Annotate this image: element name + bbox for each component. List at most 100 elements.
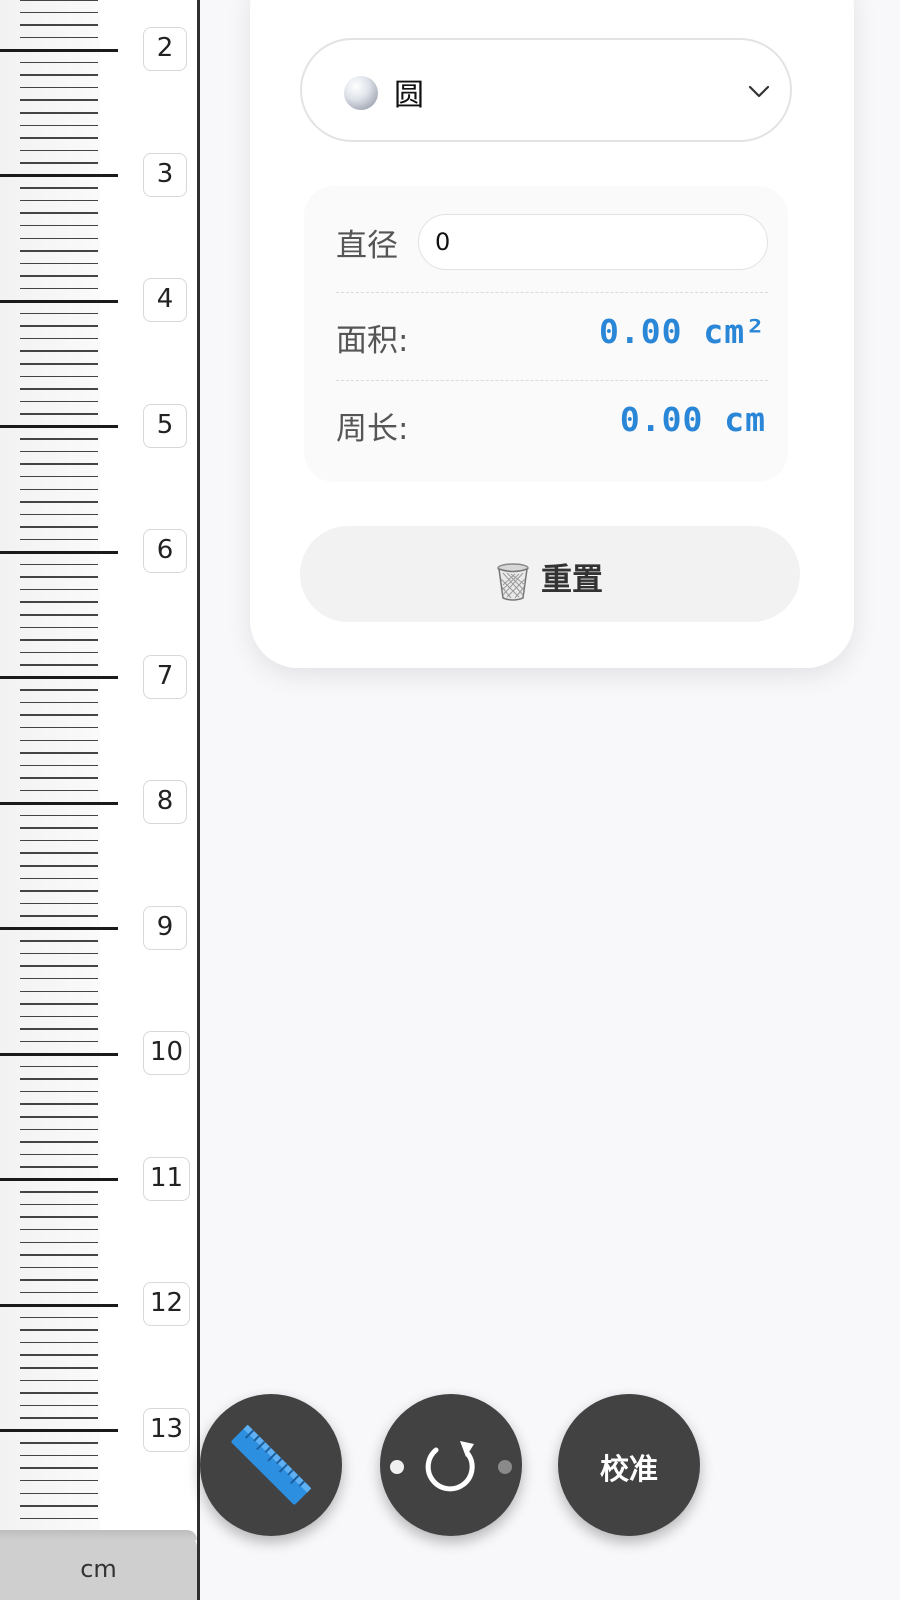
ruler-minor-tick: [20, 614, 98, 616]
ruler-major-tick: [0, 1052, 118, 1056]
ruler-minor-tick: [20, 601, 98, 603]
ruler-major-tick: [0, 1303, 118, 1307]
ruler-minor-tick: [20, 965, 98, 967]
ruler-minor-tick: [20, 701, 98, 704]
ruler-minor-tick: [20, 199, 98, 202]
ruler-minor-tick: [20, 1228, 98, 1231]
ruler-minor-tick: [20, 1316, 98, 1319]
ruler-minor-tick: [20, 74, 98, 76]
measurement-fields: 直径 面积: 0.00 cm² 周长: 0.00 cm: [304, 186, 788, 482]
ruler-minor-tick: [20, 1241, 98, 1243]
ruler-minor-tick: [20, 463, 98, 465]
ruler-minor-tick: [20, 915, 98, 917]
ruler-minor-tick: [20, 1417, 98, 1419]
ruler-major-tick: [0, 1178, 118, 1181]
ruler-label: 4: [143, 278, 187, 322]
ruler-label: 5: [143, 403, 187, 448]
ruler-minor-tick: [20, 1279, 98, 1281]
ruler-label: 10: [143, 1031, 191, 1075]
ruler-unit-label: cm: [0, 1530, 197, 1600]
chevron-down-icon: [748, 85, 770, 98]
ruler-label: 9: [143, 905, 187, 950]
ruler-minor-tick: [20, 1203, 98, 1206]
ruler-minor-tick: [20, 363, 98, 365]
ruler-minor-tick: [20, 1141, 98, 1143]
ruler-minor-tick: [20, 1442, 98, 1444]
ruler-minor-tick: [20, 262, 98, 265]
ruler-minor-tick: [20, 576, 98, 578]
ruler-minor-tick: [20, 789, 98, 792]
diameter-input[interactable]: [418, 214, 768, 270]
ruler-minor-tick: [20, 501, 98, 503]
ruler-minor-tick: [20, 1254, 98, 1256]
ruler-minor-tick: [20, 212, 98, 214]
ruler-minor-tick: [20, 1166, 98, 1168]
ruler-minor-tick: [20, 224, 98, 227]
shape-dropdown[interactable]: 圆: [300, 38, 792, 142]
ruler-major-tick: [0, 927, 118, 930]
ruler-minor-tick: [20, 187, 98, 189]
ruler-minor-tick: [20, 777, 98, 779]
ruler: 2 3 4 5 6 7 8 9 10 11 12 13 cm: [0, 0, 200, 1600]
ruler-minor-tick: [20, 726, 98, 729]
calibrate-button-label: 校准: [599, 1452, 658, 1486]
ruler-minor-tick: [20, 24, 98, 26]
ruler-major-tick: [0, 550, 118, 554]
ruler-minor-tick: [20, 651, 98, 654]
ruler-minor-tick: [20, 827, 98, 829]
ruler-minor-tick: [20, 1028, 98, 1030]
ruler-minor-tick: [20, 237, 98, 239]
ruler-minor-tick: [20, 1103, 98, 1105]
ruler-minor-tick: [20, 538, 98, 541]
ruler-minor-tick: [20, 11, 98, 14]
ruler-minor-tick: [20, 940, 98, 942]
indicator-dot: [390, 1460, 404, 1474]
ruler-minor-tick: [20, 639, 98, 641]
ruler-minor-tick: [20, 162, 98, 164]
ruler-minor-tick: [20, 350, 98, 352]
reset-button[interactable]: 重置: [300, 526, 800, 622]
ruler-major-tick: [0, 48, 118, 52]
ruler-major-tick: [0, 299, 118, 303]
ruler-minor-tick: [20, 1153, 98, 1156]
ruler-minor-tick: [20, 563, 98, 566]
ruler-minor-tick: [20, 526, 98, 528]
ruler-minor-tick: [20, 1517, 98, 1520]
ruler-minor-tick: [20, 714, 98, 716]
ruler-minor-tick: [20, 865, 98, 867]
calibrate-button[interactable]: 校准: [558, 1394, 700, 1536]
ruler-major-tick: [0, 801, 118, 805]
ruler-major-tick: [0, 425, 118, 428]
ruler-minor-tick: [20, 438, 98, 440]
ruler-minor-tick: [20, 1078, 98, 1080]
ruler-label: 12: [143, 1282, 191, 1326]
divider: [336, 292, 768, 293]
diameter-label: 直径: [336, 228, 398, 264]
ruler-minor-tick: [20, 488, 98, 490]
ruler-minor-tick: [20, 739, 98, 741]
ruler-minor-tick: [20, 588, 98, 591]
ruler-minor-tick: [20, 337, 98, 340]
ruler-minor-tick: [20, 1003, 98, 1005]
ruler-minor-tick: [20, 1329, 98, 1331]
measurement-card: 圆 直径 面积: 0.00 cm² 周长: 0.00 cm 重置: [250, 0, 854, 668]
ruler-minor-tick: [20, 413, 98, 415]
shape-dropdown-value: 圆: [394, 78, 424, 113]
ruler-minor-tick: [20, 450, 98, 453]
ruler-icon: [231, 1424, 312, 1505]
ruler-button[interactable]: [200, 1394, 342, 1536]
reset-button-label: 重置: [541, 562, 603, 598]
area-label: 面积:: [336, 323, 409, 359]
ruler-minor-tick: [20, 902, 98, 905]
divider: [336, 380, 768, 381]
ruler-minor-tick: [20, 689, 98, 691]
ruler-minor-tick: [20, 839, 98, 842]
ruler-major-tick: [0, 174, 118, 177]
ruler-minor-tick: [20, 275, 98, 277]
ruler-minor-tick: [20, 852, 98, 854]
ruler-minor-tick: [20, 890, 98, 892]
ruler-label: 2: [143, 27, 187, 71]
ruler-minor-tick: [20, 112, 98, 114]
ruler-minor-tick: [20, 375, 98, 378]
rotate-button[interactable]: [380, 1394, 522, 1536]
